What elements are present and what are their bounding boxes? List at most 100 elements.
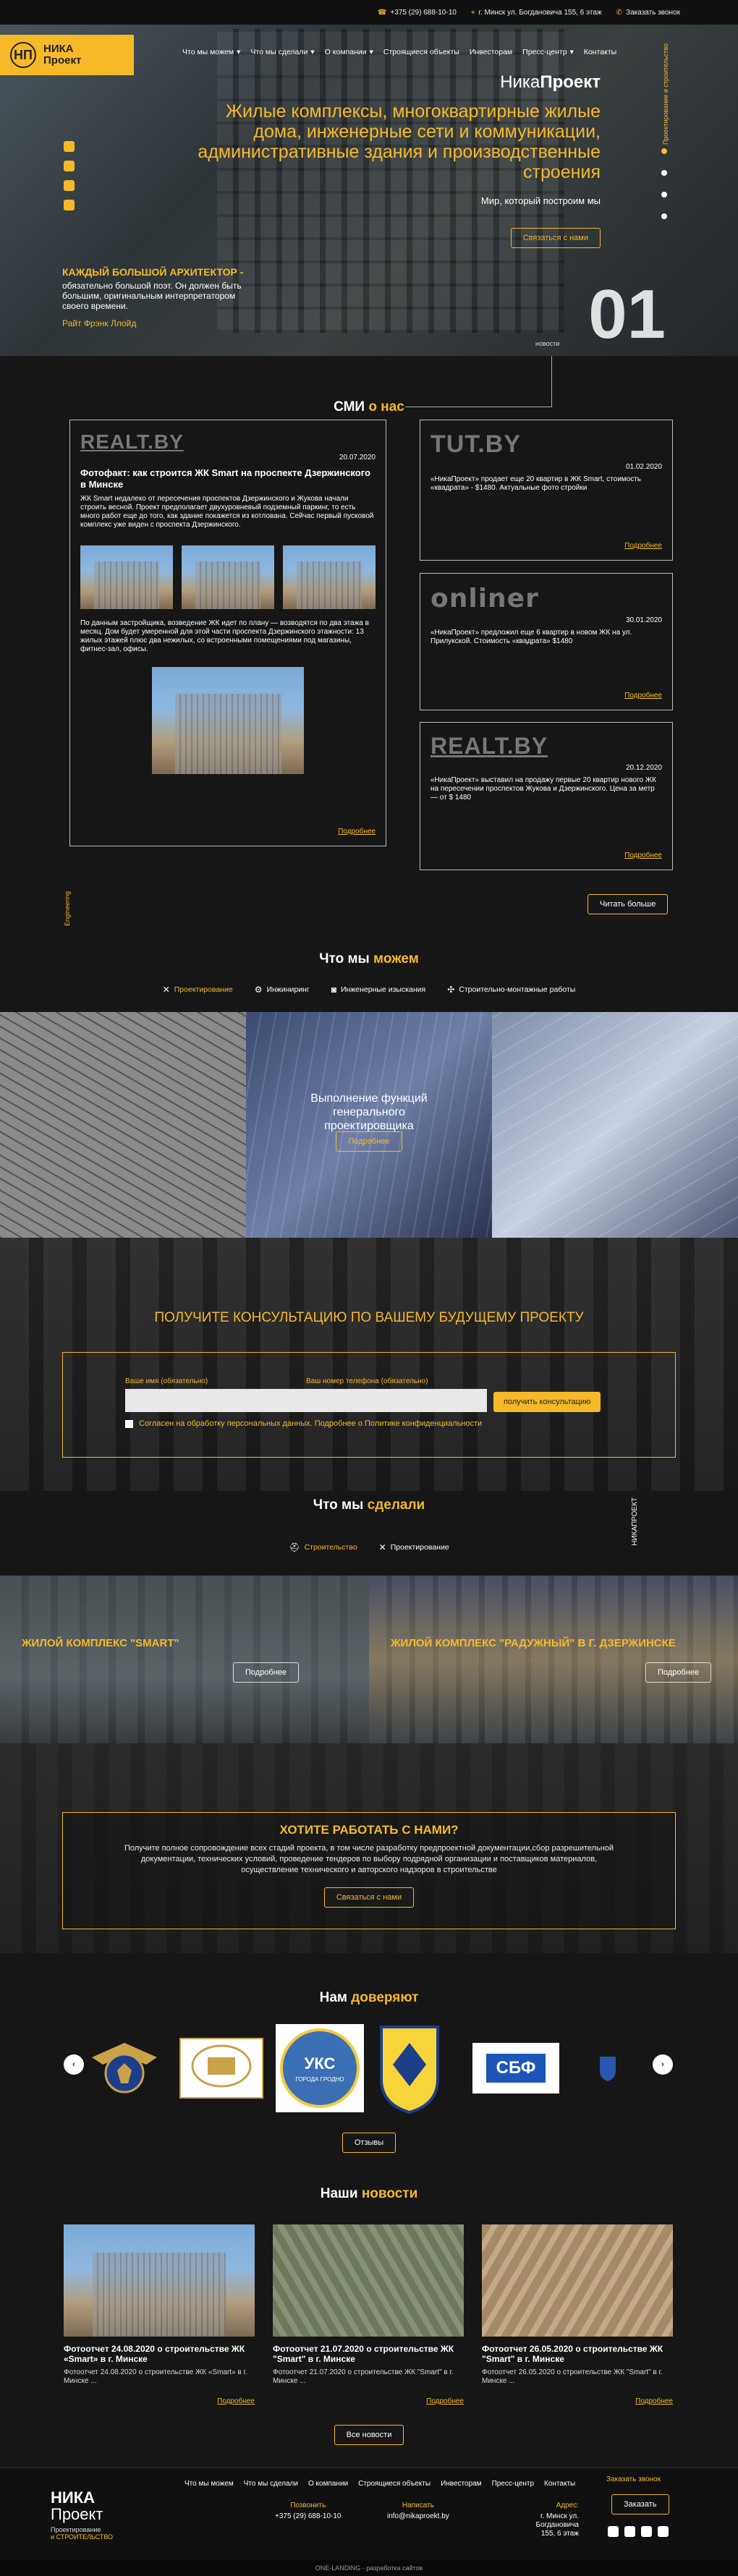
- partners-next-button[interactable]: ›: [653, 2054, 673, 2075]
- project-more-button[interactable]: Подробнее: [233, 1662, 300, 1683]
- service-image-right: [492, 1012, 738, 1238]
- footer-nav-item[interactable]: Что мы можем: [184, 2480, 234, 2488]
- phone-input[interactable]: [306, 1389, 487, 1412]
- tools-icon: ✣: [447, 985, 455, 995]
- tutby-logo: TUT.BY: [430, 430, 521, 458]
- hero-side-text: Проектирование и строительство: [662, 43, 669, 145]
- contact-us-button[interactable]: Связаться с нами: [323, 1887, 415, 1908]
- tab-engineering[interactable]: ⚙ Инжиниринг: [255, 985, 310, 995]
- news-more-link[interactable]: Подробнее: [635, 2397, 673, 2405]
- logo-mark: НП: [10, 42, 36, 68]
- partner-logo: [177, 2021, 266, 2115]
- tab-design[interactable]: ✕ Проектирование: [163, 985, 233, 995]
- media-card: REALT.BY 20.12.2020 «НикаПроект» выстави…: [420, 722, 673, 870]
- project-card-raduzhny[interactable]: ЖИЛОЙ КОМПЛЕКС "РАДУЖНЫЙ" В Г. ДЗЕРЖИНСК…: [369, 1576, 738, 1743]
- copyright: ONE-LANDING - разработка сайтов: [0, 2560, 738, 2576]
- tab-construction-works[interactable]: ✣ Строительно-монтажные работы: [447, 985, 575, 995]
- instagram-icon[interactable]: [64, 141, 75, 152]
- tab-building[interactable]: ⛑ Строительство: [289, 1542, 357, 1552]
- nav-item-construction[interactable]: Строящиеся объекты: [383, 48, 459, 56]
- reviews-button[interactable]: Отзывы: [342, 2133, 396, 2153]
- footer-phone[interactable]: Позвонить +375 (29) 688-10-10: [275, 2501, 341, 2520]
- vk-icon[interactable]: [64, 180, 75, 191]
- media-card-more-link[interactable]: Подробнее: [624, 851, 662, 859]
- news-more-link[interactable]: Подробнее: [217, 2397, 255, 2405]
- footer-nav-item[interactable]: Что мы сделали: [244, 2480, 298, 2488]
- callback-icon: ✆: [616, 8, 623, 17]
- contact-us-button[interactable]: Связаться с нами: [510, 228, 601, 248]
- nav-item-projects[interactable]: Что мы сделали: [250, 48, 308, 56]
- news-more-link[interactable]: Подробнее: [426, 2397, 464, 2405]
- nav-item-investors[interactable]: Инвесторам: [470, 48, 512, 56]
- slider-dot[interactable]: [661, 148, 667, 154]
- project-card-smart[interactable]: ЖИЛОЙ КОМПЛЕКС "SMART" Подробнее: [0, 1576, 369, 1743]
- projects-side-text: НИКАПРОЕКТ: [631, 1497, 639, 1546]
- name-input[interactable]: [125, 1389, 306, 1412]
- footer-logo[interactable]: НИКА Проект Проектирование и СТРОИТЕЛЬСТ…: [51, 2490, 113, 2541]
- news-title: Наши новости: [320, 2186, 418, 2201]
- phone-link[interactable]: ☎ +375 (29) 688-10-10: [378, 9, 457, 17]
- read-more-button[interactable]: Читать больше: [588, 894, 669, 914]
- service-panel-center: Выполнение функций генерального проектир…: [246, 1012, 492, 1238]
- facebook-icon[interactable]: [64, 161, 75, 171]
- project-more-button[interactable]: Подробнее: [645, 1662, 712, 1683]
- youtube-icon[interactable]: [658, 2526, 669, 2537]
- get-consultation-button[interactable]: получить консультацию: [493, 1392, 601, 1412]
- footer-nav-item[interactable]: Пресс-центр: [492, 2480, 534, 2488]
- construction-photo: [80, 545, 173, 609]
- news-card[interactable]: Фотоотчет 26.05.2020 о строительстве ЖК …: [482, 2224, 673, 2405]
- media-main-card: REALT.BY 20.07.2020 Фотофакт: как строит…: [69, 420, 386, 846]
- agree-label[interactable]: Согласен на обработку персональных данны…: [139, 1419, 482, 1428]
- architect-quote: КАЖДЫЙ БОЛЬШОЙ АРХИТЕКТОР - обязательно …: [62, 266, 244, 328]
- nav-item-contacts[interactable]: Контакты: [584, 48, 616, 56]
- footer-nav-item[interactable]: Инвесторам: [441, 2480, 482, 2488]
- media-card-more-link[interactable]: Подробнее: [624, 542, 662, 550]
- construction-photo: [182, 545, 274, 609]
- footer-nav-item[interactable]: Строящиеся объекты: [358, 2480, 430, 2488]
- callback-link[interactable]: ✆ Заказать звонок: [616, 9, 680, 17]
- tab-surveys[interactable]: ◙ Инженерные изыскания: [331, 985, 426, 995]
- all-news-button[interactable]: Все новости: [334, 2425, 404, 2445]
- ruler-icon: ✕: [162, 985, 170, 995]
- location-icon: ⌖: [470, 8, 475, 17]
- phone-icon: ☎: [377, 8, 387, 17]
- camera-icon: ◙: [331, 985, 336, 995]
- footer: НИКА Проект Проектирование и СТРОИТЕЛЬСТ…: [0, 2467, 738, 2576]
- instagram-icon[interactable]: [608, 2526, 619, 2537]
- slider-dot[interactable]: [661, 213, 667, 219]
- footer-address: Адрес: г. Минск ул. Богдановича 155, 6 э…: [535, 2501, 579, 2538]
- footer-order-button[interactable]: Заказать: [611, 2494, 669, 2515]
- nav-item-about[interactable]: О компании: [325, 48, 367, 56]
- media-card-more-link[interactable]: Подробнее: [624, 692, 662, 700]
- news-card[interactable]: Фотоотчет 24.08.2020 о строительстве ЖК …: [64, 2224, 255, 2405]
- slider-dot[interactable]: [661, 170, 667, 176]
- footer-email[interactable]: Написать info@nikaproekt.by: [387, 2501, 449, 2520]
- nav-item-services[interactable]: Что мы можем: [182, 48, 234, 56]
- consultation-form: Ваше имя (обязательно) Ваш номер телефон…: [62, 1352, 676, 1458]
- vk-icon[interactable]: [641, 2526, 652, 2537]
- service-more-button[interactable]: Подробнее: [336, 1131, 402, 1152]
- youtube-icon[interactable]: [64, 200, 75, 211]
- footer-socials: [608, 2526, 669, 2537]
- facebook-icon[interactable]: [624, 2526, 635, 2537]
- onliner-logo: onliner: [430, 584, 539, 613]
- services-tabs: ✕ Проектирование ⚙ Инжиниринг ◙ Инженерные …: [0, 985, 738, 995]
- ruler-icon: ✕: [378, 1542, 386, 1552]
- site-logo[interactable]: НП НИКА Проект: [0, 35, 134, 75]
- news-photo: [273, 2224, 464, 2337]
- nav-item-press[interactable]: Пресс-центр: [522, 48, 567, 56]
- footer-callback-link[interactable]: Заказать звонок: [606, 2475, 661, 2483]
- projects-title: Что мы сделали: [313, 1497, 425, 1513]
- agree-checkbox[interactable]: [125, 1419, 133, 1428]
- news-card[interactable]: Фотоотчет 21.07.2020 о строительстве ЖК …: [273, 2224, 464, 2405]
- media-main-more-link[interactable]: Подробнее: [338, 828, 376, 836]
- news-photo: [64, 2224, 255, 2337]
- news-scroll-label[interactable]: новости: [535, 340, 559, 347]
- footer-nav-item[interactable]: О компании: [308, 2480, 348, 2488]
- construction-photo: [283, 545, 376, 609]
- slider-dot[interactable]: [661, 192, 667, 197]
- tab-projecting[interactable]: ✕ Проектирование: [379, 1542, 449, 1552]
- footer-nav-item[interactable]: Контакты: [544, 2480, 575, 2488]
- partner-logo: [373, 2021, 446, 2115]
- main-nav: Что мы можем ▾ Что мы сделали ▾ О компании…: [182, 48, 617, 56]
